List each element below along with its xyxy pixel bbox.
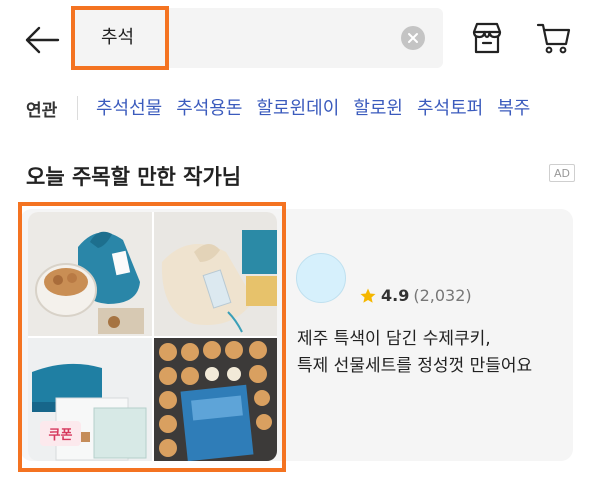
product-image-1 [28,212,152,336]
related-keywords-bar: 연관 추석선물 추석용돈 할로윈데이 할로윈 추석토퍼 복주 [0,88,600,128]
cart-button[interactable] [534,18,574,58]
store-icon [472,22,502,54]
keyword-chip[interactable]: 복주 [497,94,530,120]
product-photo [153,212,277,336]
product-image-2 [153,212,277,336]
search-input[interactable]: 추석 [74,8,443,68]
artist-description: 제주 특색이 담긴 수제쿠키, 특제 선물세트를 정성껏 만들어요 [297,326,567,380]
top-bar: 추석 [0,0,600,80]
product-photo [153,337,277,461]
rating: 4.9 (2,032) [359,286,472,305]
description-line: 특제 선물세트를 정성껏 만들어요 [297,356,533,376]
description-line: 제주 특색이 담긴 수제쿠키, [297,329,491,349]
related-label: 연관 [26,101,58,121]
clear-search-button[interactable] [401,26,425,50]
search-query: 추석 [101,27,135,48]
avatar[interactable] [296,253,346,303]
keyword-chip[interactable]: 추석토퍼 [417,94,483,120]
keyword-chip[interactable]: 할로윈데이 [257,94,340,120]
review-count: (2,032) [413,286,472,305]
divider [77,96,78,120]
arrow-left-icon [25,26,60,54]
section-title: 오늘 주목할 만한 작가님 [26,165,242,189]
keyword-chip[interactable]: 할로윈 [353,94,403,120]
coupon-badge: 쿠폰 [40,421,81,446]
keyword-chip[interactable]: 추석용돈 [176,94,242,120]
ad-badge: AD [549,164,575,182]
rating-value: 4.9 [381,286,410,305]
keyword-list: 추석선물 추석용돈 할로윈데이 할로윈 추석토퍼 복주 [96,94,530,120]
product-image-4 [153,337,277,461]
store-button[interactable] [467,18,507,58]
product-photo [28,212,152,336]
back-button[interactable] [22,20,62,60]
keyword-chip[interactable]: 추석선물 [96,94,162,120]
cart-icon [536,23,571,54]
star-icon [360,288,376,303]
clear-icon [408,33,418,43]
